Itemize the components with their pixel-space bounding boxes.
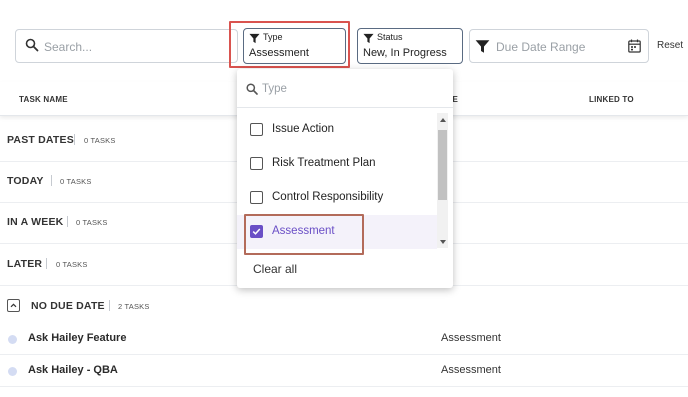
option-control-responsibility[interactable]: Control Responsibility	[237, 181, 437, 215]
chevron-up-icon	[10, 303, 17, 308]
due-date-placeholder: Due Date Range	[496, 40, 586, 54]
scroll-up-arrow-icon[interactable]	[440, 118, 446, 122]
calendar-icon[interactable]	[628, 39, 641, 53]
group-divider	[109, 300, 110, 311]
type-dropdown: Issue Action Risk Treatment Plan Control…	[237, 69, 453, 288]
search-input[interactable]	[44, 37, 224, 57]
search-box[interactable]	[15, 29, 238, 63]
reset-button[interactable]: Reset	[657, 40, 683, 51]
option-label: Issue Action	[272, 123, 335, 135]
status-filter[interactable]: Status New, In Progress	[357, 28, 463, 64]
filter-icon	[363, 33, 374, 44]
checkbox[interactable]	[250, 157, 263, 170]
due-date-range[interactable]: Due Date Range	[469, 29, 649, 63]
column-header-task-name[interactable]: TASK NAME	[19, 95, 68, 104]
status-filter-label: Status	[377, 32, 403, 42]
group-no-due-date[interactable]: NO DUE DATE 2 TASKS	[0, 287, 688, 328]
group-name: IN A WEEK	[7, 216, 64, 228]
table-row[interactable]: Ask Hailey Feature Assessment	[0, 323, 688, 355]
status-filter-value: New, In Progress	[363, 47, 447, 59]
search-icon	[25, 38, 39, 52]
table-row[interactable]: Ask Hailey - QBA Assessment	[0, 355, 688, 387]
task-name[interactable]: Ask Hailey - QBA	[28, 364, 118, 376]
group-name: LATER	[7, 258, 43, 270]
group-divider	[51, 175, 52, 186]
option-label: Risk Treatment Plan	[272, 157, 376, 169]
group-count: 2 TASKS	[118, 302, 150, 311]
scrollbar-thumb[interactable]	[438, 130, 447, 200]
task-type: Assessment	[441, 364, 501, 376]
group-count: 0 TASKS	[84, 136, 116, 145]
assessment-highlight	[244, 214, 364, 255]
group-count: 0 TASKS	[76, 218, 108, 227]
group-name: NO DUE DATE	[31, 300, 105, 312]
task-name[interactable]: Ask Hailey Feature	[28, 332, 126, 344]
option-issue-action[interactable]: Issue Action	[237, 113, 437, 147]
collapse-button[interactable]	[7, 299, 20, 312]
task-status-dot	[8, 335, 17, 344]
scroll-down-arrow-icon[interactable]	[440, 240, 446, 244]
option-label: Control Responsibility	[272, 191, 384, 203]
task-status-dot	[8, 367, 17, 376]
group-name: TODAY	[7, 175, 44, 187]
group-divider	[46, 258, 47, 269]
group-count: 0 TASKS	[56, 260, 88, 269]
task-type: Assessment	[441, 332, 501, 344]
column-header-linked-to[interactable]: LINKED TO	[589, 95, 634, 104]
dropdown-search[interactable]	[237, 69, 453, 108]
group-divider	[74, 134, 75, 145]
type-filter-highlight	[229, 21, 350, 68]
clear-all-button[interactable]: Clear all	[253, 262, 297, 276]
group-divider	[67, 216, 68, 227]
group-count: 0 TASKS	[60, 177, 92, 186]
dropdown-search-input[interactable]	[262, 79, 412, 99]
option-risk-treatment-plan[interactable]: Risk Treatment Plan	[237, 147, 437, 181]
checkbox[interactable]	[250, 191, 263, 204]
filter-icon	[475, 40, 490, 53]
group-name: PAST DATES	[7, 134, 74, 146]
search-icon	[246, 83, 258, 95]
checkbox[interactable]	[250, 123, 263, 136]
